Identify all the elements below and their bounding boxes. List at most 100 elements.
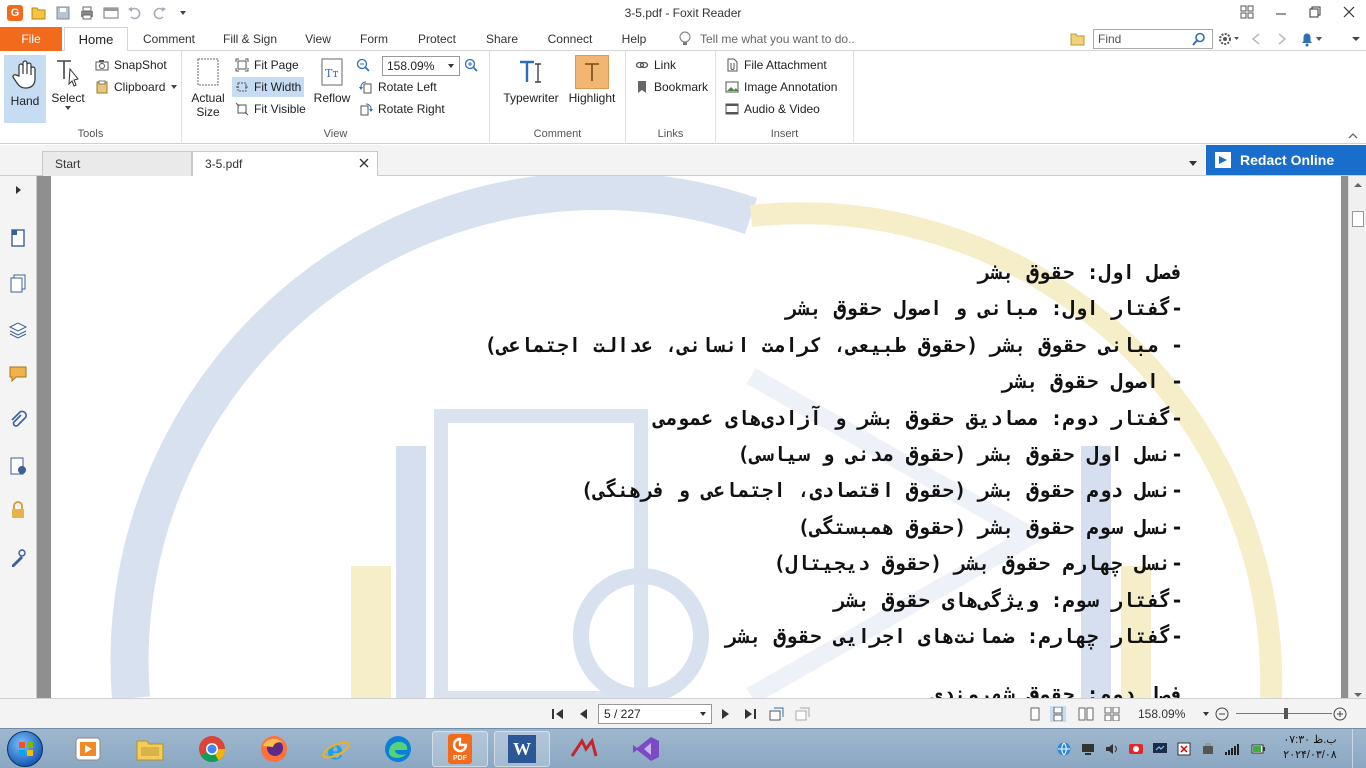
tab-view[interactable]: View: [297, 27, 339, 51]
notification-bell-icon[interactable]: [1298, 31, 1324, 47]
system-clock[interactable]: ۰۷:۳۰ ب.ظ ۲۰۲۴/۰۳/۰۸: [1278, 733, 1342, 763]
ribbon-display-icon[interactable]: [1230, 0, 1264, 24]
previous-page-icon[interactable]: [575, 706, 591, 722]
word-icon[interactable]: W: [494, 731, 550, 767]
reflow-button[interactable]: Tт Reflow: [310, 55, 354, 105]
close-button[interactable]: [1332, 0, 1366, 24]
window-icon[interactable]: [102, 4, 120, 22]
tab-share[interactable]: Share: [478, 27, 526, 51]
save-icon[interactable]: [54, 4, 72, 22]
rotate-right-button[interactable]: Rotate Right: [356, 99, 448, 119]
page-number-box[interactable]: 5 / 227: [598, 704, 712, 724]
page-thumbnails-icon[interactable]: [8, 228, 28, 248]
facing-page-icon[interactable]: [1078, 706, 1094, 722]
attachments-icon[interactable]: [8, 410, 28, 430]
file-attachment-button[interactable]: File Attachment: [722, 55, 830, 75]
search-icon[interactable]: [1192, 32, 1206, 46]
audio-video-button[interactable]: Audio & Video: [722, 99, 823, 119]
first-page-icon[interactable]: [550, 706, 566, 722]
file-explorer-icon[interactable]: [122, 731, 178, 767]
red-app-icon[interactable]: [556, 731, 612, 767]
open-icon[interactable]: [30, 4, 48, 22]
single-page-icon[interactable]: [1027, 706, 1043, 722]
select-tool-button[interactable]: Select: [48, 55, 88, 111]
content-icon[interactable]: [8, 548, 28, 568]
previous-view-icon[interactable]: [768, 706, 784, 722]
foxit-reader-taskbar-icon[interactable]: PDF: [432, 731, 488, 767]
continuous-facing-icon[interactable]: [1104, 706, 1120, 722]
start-button[interactable]: [7, 731, 43, 767]
continuous-page-icon[interactable]: [1050, 706, 1066, 722]
edge-icon[interactable]: [370, 731, 426, 767]
customize-icon[interactable]: [174, 4, 192, 22]
show-desktop-button[interactable]: [1352, 729, 1366, 768]
expand-arrow-icon[interactable]: [8, 180, 28, 200]
next-page-icon[interactable]: [718, 706, 734, 722]
link-button[interactable]: Link: [632, 55, 679, 75]
fit-width-button[interactable]: Fit Width: [232, 77, 305, 97]
restore-button[interactable]: [1298, 0, 1332, 24]
tab-list-dropdown-icon[interactable]: [1188, 157, 1198, 171]
tab-help[interactable]: Help: [614, 27, 654, 51]
redo-icon[interactable]: [150, 4, 168, 22]
usb-tray-icon[interactable]: [1200, 741, 1216, 757]
visual-studio-icon[interactable]: [618, 731, 674, 767]
bookmark-button[interactable]: Bookmark: [632, 77, 711, 97]
fit-visible-button[interactable]: Fit Visible: [232, 99, 309, 119]
zoom-in-button[interactable]: [464, 55, 478, 75]
scroll-up-icon[interactable]: [1353, 178, 1363, 192]
print-icon[interactable]: [78, 4, 96, 22]
minimize-button[interactable]: [1264, 0, 1298, 24]
pages-icon[interactable]: [8, 274, 28, 294]
collapse-ribbon-icon[interactable]: [1350, 31, 1362, 47]
vertical-scrollbar[interactable]: [1348, 176, 1366, 698]
highlight-button[interactable]: Highlight: [566, 55, 618, 105]
battery-tray-icon[interactable]: [1250, 741, 1266, 757]
tab-fill-sign[interactable]: Fill & Sign: [215, 27, 285, 51]
tab-document[interactable]: 3-5.pdf: [192, 151, 378, 176]
tell-me-box[interactable]: Tell me what you want to do..: [678, 30, 855, 48]
actual-size-button[interactable]: Actual Size: [188, 55, 228, 119]
layers-icon[interactable]: [8, 320, 28, 340]
zoom-select[interactable]: 158.09%: [382, 56, 460, 76]
image-annotation-button[interactable]: Image Annotation: [722, 77, 840, 97]
zoom-slider-thumb[interactable]: [1283, 708, 1288, 719]
folder-search-icon[interactable]: [1070, 31, 1086, 47]
signal-tray-icon[interactable]: [1224, 741, 1240, 757]
tab-connect[interactable]: Connect: [540, 27, 600, 51]
tab-protect[interactable]: Protect: [410, 27, 464, 51]
tab-start[interactable]: Start: [42, 151, 192, 176]
network-tray-icon[interactable]: [1080, 741, 1096, 757]
collapse-ribbon-chevron-icon[interactable]: [1348, 129, 1360, 139]
zoom-in-circle-icon[interactable]: [1332, 706, 1348, 722]
globe-tray-icon[interactable]: [1056, 741, 1072, 757]
tab-home[interactable]: Home: [64, 27, 128, 52]
typewriter-button[interactable]: Typewriter: [500, 55, 562, 105]
zoom-out-button[interactable]: [356, 55, 370, 75]
action-center-tray-icon[interactable]: [1176, 741, 1192, 757]
undo-icon[interactable]: [126, 4, 144, 22]
clipboard-button[interactable]: Clipboard: [92, 77, 181, 97]
prev-arrow-icon[interactable]: [1248, 31, 1264, 47]
scrollbar-thumb[interactable]: [1352, 211, 1364, 227]
close-tab-icon[interactable]: [359, 152, 369, 177]
internet-explorer-icon[interactable]: e: [308, 731, 364, 767]
firefox-icon[interactable]: [246, 731, 302, 767]
chrome-icon[interactable]: [184, 731, 240, 767]
document-view[interactable]: فصل اول: حقوق بشر -گفتار اول: مبانی و اص…: [51, 176, 1341, 698]
last-page-icon[interactable]: [742, 706, 758, 722]
security-tray-icon[interactable]: [1128, 741, 1144, 757]
fit-page-button[interactable]: Fit Page: [232, 55, 302, 75]
tab-file[interactable]: File: [0, 27, 62, 51]
next-arrow-icon[interactable]: [1274, 31, 1290, 47]
tab-form[interactable]: Form: [352, 27, 396, 51]
next-view-icon[interactable]: [794, 706, 810, 722]
security-icon[interactable]: [8, 500, 28, 520]
redact-online-button[interactable]: Redact Online: [1206, 145, 1366, 175]
tab-comment[interactable]: Comment: [134, 27, 204, 51]
rotate-left-button[interactable]: Rotate Left: [356, 77, 440, 97]
hand-tool-button[interactable]: Hand: [4, 55, 46, 123]
find-input[interactable]: [1094, 30, 1192, 48]
media-player-icon[interactable]: [60, 731, 116, 767]
app-logo[interactable]: G: [6, 4, 24, 22]
